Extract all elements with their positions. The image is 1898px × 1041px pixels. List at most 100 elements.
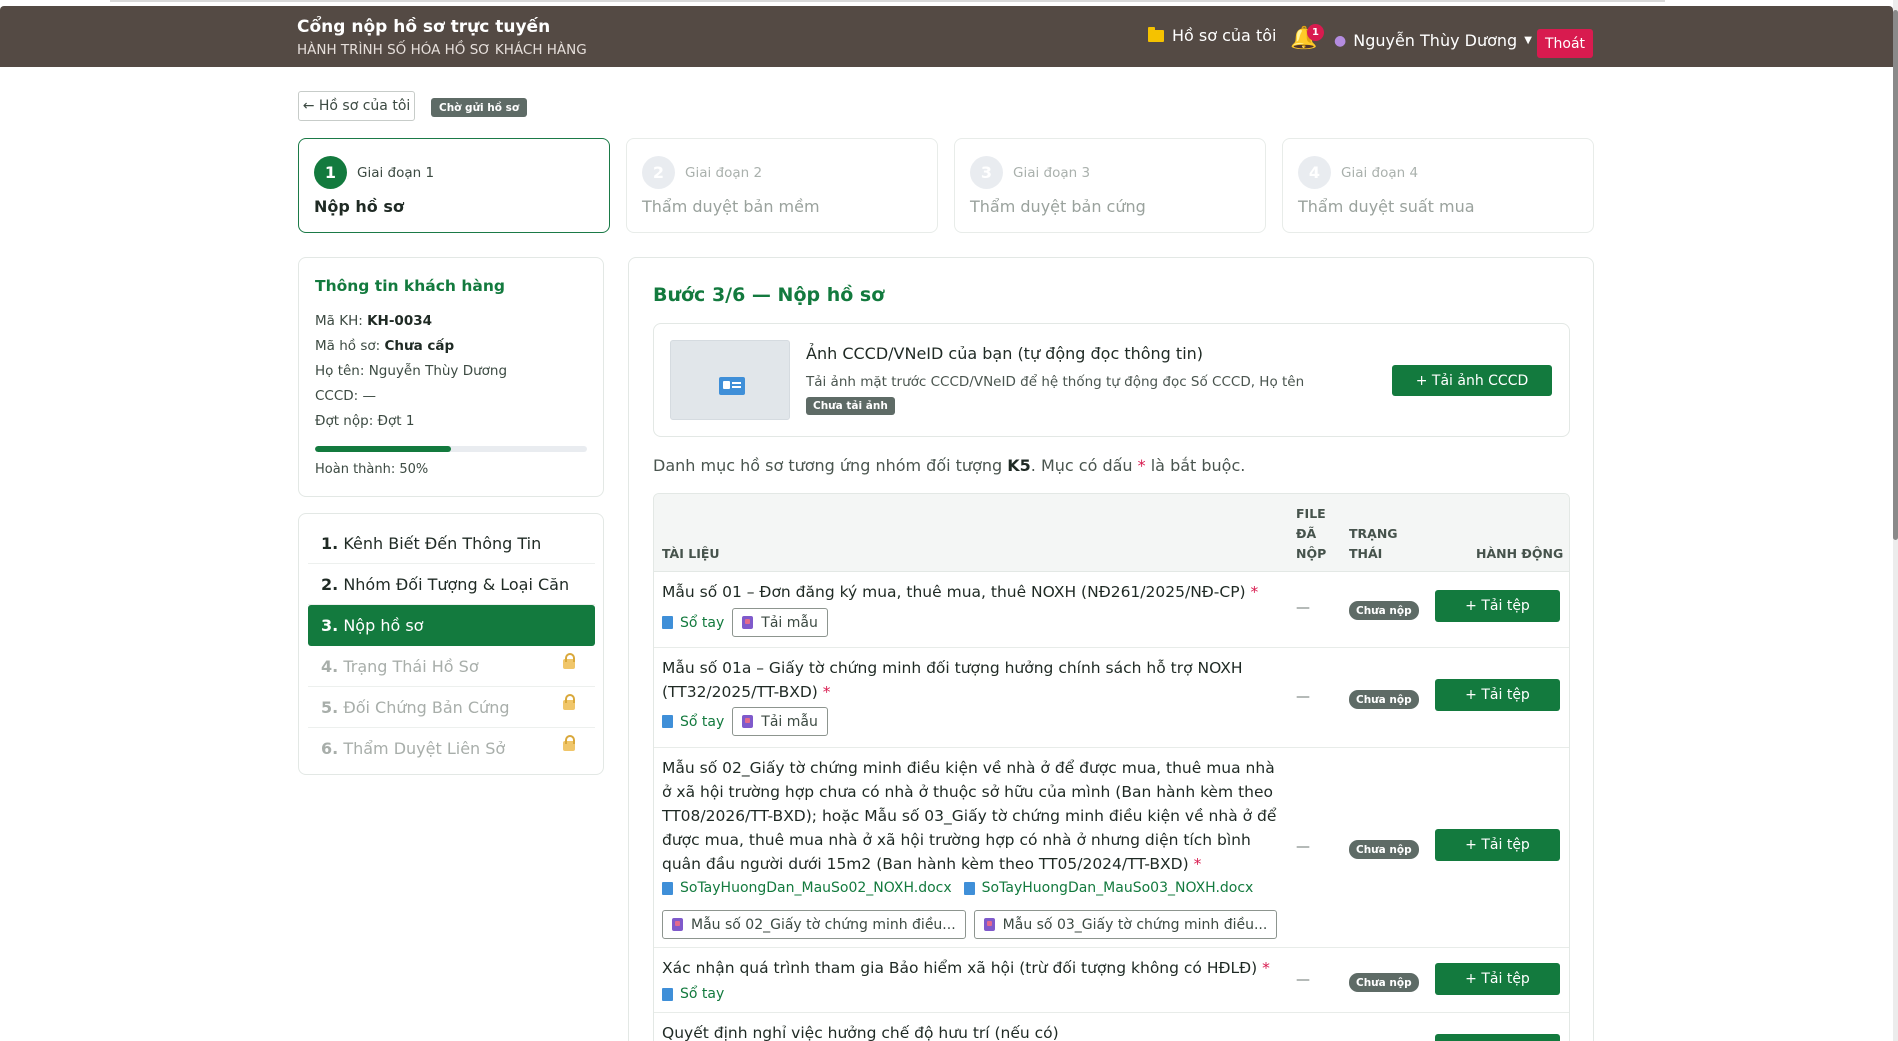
step-number: 3. [321, 616, 339, 635]
customer-info-title: Thông tin khách hàng [315, 277, 505, 295]
template-download-button[interactable]: Tải mẫu [732, 707, 828, 736]
step-label: Đối Chứng Bản Cứng [343, 697, 510, 717]
handbook-label: Sổ tay [680, 614, 725, 631]
upload-file-button[interactable]: + Tải tệp [1435, 829, 1560, 861]
file-code: Chưa cấp [384, 338, 455, 354]
handbook-link-03[interactable]: SoTayHuongDan_MauSo03_NOXH.docx [963, 880, 1253, 896]
lock-icon [563, 735, 575, 751]
my-files-link[interactable]: Hồ sơ của tôi [1148, 26, 1276, 45]
table-row: Mẫu số 01 – Đơn đăng ký mua, thuê mua, t… [654, 572, 1569, 648]
file-submitted: — [1296, 972, 1310, 988]
col-status-1: TRẠNG [1349, 526, 1398, 541]
handbook-link[interactable]: Sổ tay [662, 714, 724, 730]
step-item-4: 4. Trạng Thái Hồ Sơ [308, 646, 595, 687]
step-item-6: 6. Thẩm Duyệt Liên Sở [308, 728, 595, 769]
id-label: CCCD: [315, 388, 359, 404]
handbook-link-02[interactable]: SoTayHuongDan_MauSo02_NOXH.docx [662, 880, 952, 896]
handbook-link[interactable]: Sổ tay [662, 615, 724, 631]
stage-name: Thẩm duyệt bản mềm [642, 197, 820, 216]
stage-name: Nộp hồ sơ [314, 197, 404, 216]
upload-file-button[interactable]: + Tải tệp [1435, 590, 1560, 622]
logout-button[interactable]: Thoát [1537, 29, 1593, 58]
step-number: 4. [321, 656, 339, 676]
book-icon [662, 987, 673, 1001]
doc-title: Mẫu số 01a – Giấy tờ chứng minh đối tượn… [662, 656, 1282, 704]
step-item-1[interactable]: 1. Kênh Biết Đến Thông Tin [308, 523, 595, 564]
stage-number: 1 [314, 156, 347, 189]
upload-id-button[interactable]: + Tải ảnh CCCD [1392, 365, 1552, 396]
stage-number: 2 [642, 156, 675, 189]
stage-1[interactable]: 1 Giai đoạn 1 Nộp hồ sơ [298, 138, 610, 233]
download-icon [983, 918, 995, 931]
required-star: * [822, 683, 831, 701]
back-button[interactable]: ← Hồ sơ của tôi [298, 91, 415, 121]
col-file-2: ĐÃ [1296, 526, 1317, 541]
step-label: Nhóm Đối Tượng & Loại Căn [343, 574, 570, 594]
handbook-link[interactable]: Sổ tay [662, 986, 724, 1002]
doc-title: Xác nhận quá trình tham gia Bảo hiểm xã … [662, 956, 1282, 980]
note-text: Danh mục hồ sơ tương ứng nhóm đối tượng [653, 456, 1008, 475]
book-icon [662, 616, 673, 629]
steps-nav: 1. Kênh Biết Đến Thông Tin 2. Nhóm Đối T… [298, 513, 604, 775]
step-label: Trạng Thái Hồ Sơ [343, 656, 479, 676]
book-icon [662, 881, 673, 895]
batch-value: Đợt 1 [377, 413, 415, 429]
upload-file-button[interactable]: + Tải tệp [1435, 963, 1560, 995]
id-card-preview[interactable] [670, 340, 790, 420]
app-title: Cổng nộp hồ sơ trực tuyến [297, 17, 551, 37]
step-item-2[interactable]: 2. Nhóm Đối Tượng & Loại Căn [308, 564, 595, 605]
col-doc: TÀI LIỆU [662, 546, 720, 561]
user-name: Nguyễn Thùy Dương [1353, 31, 1518, 50]
stage-number: 3 [970, 156, 1003, 189]
table-row: Xác nhận quá trình tham gia Bảo hiểm xã … [654, 948, 1569, 1013]
template-download-button-03[interactable]: Mẫu số 03_Giấy tờ chứng minh điều... [973, 910, 1278, 939]
template-download-button-02[interactable]: Mẫu số 02_Giấy tờ chứng minh điều... [662, 910, 966, 939]
folder-icon [1148, 26, 1164, 42]
app-subtitle: HÀNH TRÌNH SỐ HÓA HỒ SƠ KHÁCH HÀNG [297, 42, 587, 58]
file-code-label: Mã hồ sơ: [315, 338, 381, 354]
progress-text: Hoàn thành: 50% [315, 462, 429, 477]
book-icon [963, 881, 975, 895]
requirements-note: Danh mục hồ sơ tương ứng nhóm đối tượng … [653, 456, 1245, 475]
step-number: 2. [321, 574, 339, 594]
file-submitted: — [1296, 839, 1310, 855]
col-status-2: THÁI [1349, 546, 1383, 561]
customer-id: — [362, 388, 377, 404]
doc-title: Mẫu số 02_Giấy tờ chứng minh điều kiện v… [662, 756, 1282, 876]
step-number: 6. [321, 739, 339, 758]
row-status: Chưa nộp [1349, 973, 1419, 992]
user-menu[interactable]: ● Nguyễn Thùy Dương ▼ [1334, 31, 1532, 50]
step-label: Thẩm Duyệt Liên Sở [343, 739, 506, 758]
upload-file-button[interactable]: + Tải tệp [1435, 679, 1560, 711]
step-item-3[interactable]: 3. Nộp hồ sơ [308, 605, 595, 646]
scrollbar-thumb[interactable] [1893, 10, 1898, 540]
step-number: 5. [321, 697, 339, 717]
template-download-button[interactable]: Tải mẫu [732, 608, 828, 637]
download-icon [672, 918, 683, 931]
row-status: Chưa nộp [1349, 601, 1419, 620]
table-header: TÀI LIỆU FILE ĐÃ NỘP TRẠNG THÁI HÀNH ĐỘN… [654, 494, 1569, 572]
template-label: Mẫu số 02_Giấy tờ chứng minh điều... [691, 916, 956, 933]
customer-code-label: Mã KH: [315, 313, 363, 329]
notification-badge: 1 [1307, 24, 1324, 41]
doc-title-text: Mẫu số 01 – Đơn đăng ký mua, thuê mua, t… [662, 583, 1246, 601]
required-star: * [1137, 456, 1146, 475]
col-file-3: NỘP [1296, 546, 1327, 561]
step-label: Kênh Biết Đến Thông Tin [343, 533, 542, 553]
doc-links: SoTayHuongDan_MauSo02_NOXH.docx SoTayHuo… [662, 880, 1253, 896]
lock-icon [563, 653, 575, 669]
app-header: Cổng nộp hồ sơ trực tuyến HÀNH TRÌNH SỐ … [0, 6, 1893, 67]
col-action: HÀNH ĐỘNG [1476, 546, 1564, 561]
file-submitted: — [1296, 600, 1310, 616]
step-item-5: 5. Đối Chứng Bản Cứng [308, 687, 595, 728]
upload-file-button[interactable]: + Tải tệp [1435, 1034, 1560, 1041]
name-label: Họ tên: [315, 363, 365, 379]
note-text: là bắt buộc. [1145, 456, 1246, 475]
stage-3: 3 Giai đoạn 3 Thẩm duyệt bản cứng [954, 138, 1266, 233]
lock-icon [563, 694, 575, 710]
stage-4: 4 Giai đoạn 4 Thẩm duyệt suất mua [1282, 138, 1594, 233]
progress-fill [315, 446, 451, 452]
customer-code-row: Mã KH: KH-0034 [315, 313, 432, 329]
progress-bar [315, 446, 587, 452]
stage-number: 4 [1298, 156, 1331, 189]
